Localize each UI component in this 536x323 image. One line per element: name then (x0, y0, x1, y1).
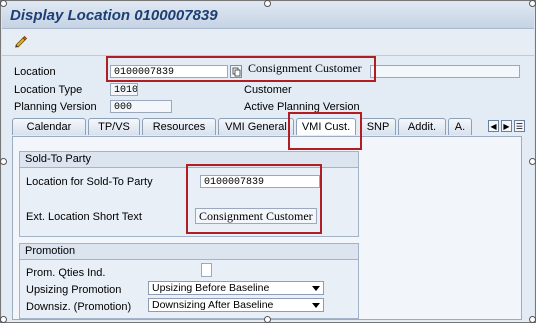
resize-handle-middle-right[interactable] (529, 158, 536, 165)
highlight-box-location (106, 56, 376, 82)
downsizing-value: Downsizing After Baseline (152, 299, 274, 311)
sold-to-location-label: Location for Sold-To Party (26, 176, 153, 188)
highlight-box-sold-to (186, 164, 322, 234)
chevron-down-icon (312, 286, 320, 291)
tab-strip: Calendar TP/VS Resources VMI General VMI… (12, 118, 528, 136)
location-label: Location (14, 66, 56, 78)
location-type-description: Customer (244, 84, 292, 96)
window-title: Display Location 0100007839 (10, 7, 218, 24)
location-type-field: 1010 (110, 83, 138, 96)
tab-resources[interactable]: Resources (142, 118, 216, 135)
short-text-label: Ext. Location Short Text (26, 211, 142, 223)
tab-a[interactable]: A. (448, 118, 472, 135)
tab-calendar[interactable]: Calendar (12, 118, 86, 135)
tab-vmi-general[interactable]: VMI General (218, 118, 294, 135)
pencil-icon[interactable] (14, 34, 28, 48)
tab-addit[interactable]: Addit. (398, 118, 446, 135)
promotion-title: Promotion (20, 244, 358, 260)
tab-scroll-left-icon[interactable]: ◀ (488, 120, 499, 132)
location-desc-field (370, 65, 520, 78)
tab-snp[interactable]: SNP (360, 118, 396, 135)
chevron-down-icon (312, 303, 320, 308)
resize-handle-top-right[interactable] (529, 0, 536, 7)
downsizing-label: Downsiz. (Promotion) (26, 301, 132, 313)
location-type-label: Location Type (14, 84, 83, 96)
resize-handle-bottom-left[interactable] (0, 316, 7, 323)
downsizing-select[interactable]: Downsizing After Baseline (148, 298, 324, 312)
promotion-group: Promotion Prom. Qties Ind. Upsizing Prom… (19, 243, 359, 319)
tab-tp-vs[interactable]: TP/VS (88, 118, 140, 135)
tab-list-icon[interactable]: ☰ (514, 120, 525, 132)
planning-version-label: Planning Version (14, 101, 97, 113)
prom-qties-label: Prom. Qties Ind. (26, 267, 106, 279)
planning-version-field: 000 (110, 100, 172, 113)
upsizing-select[interactable]: Upsizing Before Baseline (148, 281, 324, 295)
highlight-box-vmi-tab (288, 112, 362, 150)
prom-qties-checkbox[interactable] (201, 263, 212, 277)
resize-handle-bottom-right[interactable] (529, 316, 536, 323)
upsizing-label: Upsizing Promotion (26, 284, 122, 296)
resize-handle-top-center[interactable] (264, 0, 271, 7)
upsizing-value: Upsizing Before Baseline (152, 282, 270, 294)
resize-handle-top-left[interactable] (0, 0, 7, 7)
tab-scroll-right-icon[interactable]: ▶ (501, 120, 512, 132)
resize-handle-bottom-center[interactable] (264, 316, 271, 323)
resize-handle-middle-left[interactable] (0, 158, 7, 165)
toolbar (2, 29, 534, 56)
